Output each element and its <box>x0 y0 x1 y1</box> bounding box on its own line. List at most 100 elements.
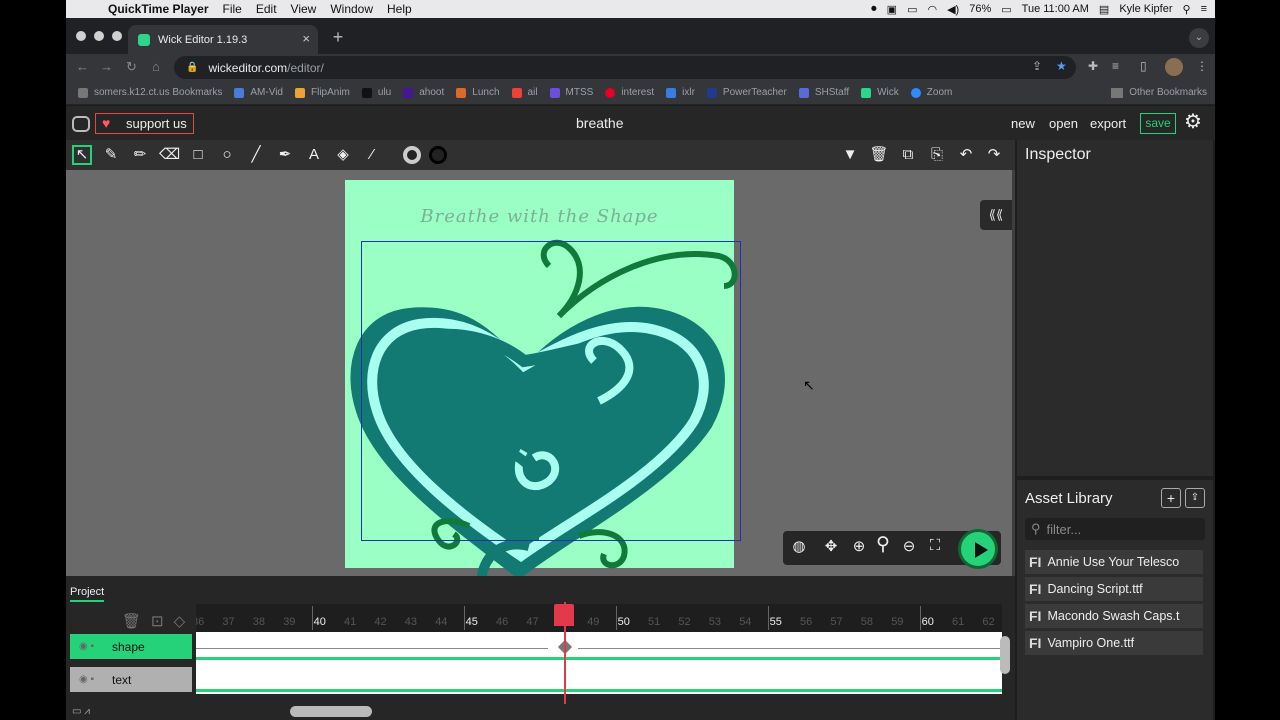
support-us-button[interactable]: ♥ support us <box>95 113 194 134</box>
frames-area[interactable] <box>196 632 1002 694</box>
paste-icon[interactable]: ⎘ <box>927 145 947 165</box>
ruler-tick-label[interactable]: 55 <box>770 616 782 628</box>
reload-icon[interactable]: ↻ <box>126 59 137 75</box>
menu-edit[interactable]: Edit <box>256 2 277 16</box>
ruler-tick-label[interactable]: 38 <box>253 616 265 628</box>
gear-icon[interactable]: ⚙ <box>1184 112 1202 132</box>
pan-icon[interactable]: ✥ <box>821 537 841 555</box>
bookmark-item[interactable]: ail <box>511 87 538 98</box>
recenter-icon[interactable]: ⛶ <box>925 537 945 554</box>
ruler-tick-label[interactable]: 44 <box>435 616 447 628</box>
share-icon[interactable]: ⇪ <box>1032 59 1042 73</box>
bookmark-item[interactable]: AM-Vid <box>234 87 283 98</box>
ellipse-tool-icon[interactable]: ○ <box>217 145 237 165</box>
flag-icon[interactable]: ▤ <box>1099 3 1109 16</box>
selection-box[interactable] <box>361 241 741 541</box>
frame-row-shape[interactable] <box>196 634 1002 660</box>
ruler-tick-label[interactable]: 50 <box>618 616 630 628</box>
sidepanel-icon[interactable]: ▯ <box>1140 59 1147 73</box>
user-name[interactable]: Kyle Kipfer <box>1119 3 1172 15</box>
tab-search-icon[interactable]: ⌄ <box>1189 28 1209 48</box>
bookmark-item[interactable]: ixlr <box>666 87 695 98</box>
ruler-tick-label[interactable]: 54 <box>739 616 751 628</box>
ruler-tick-label[interactable]: 40 <box>314 616 326 628</box>
ruler-tick-label[interactable]: 56 <box>800 616 812 628</box>
asset-filter[interactable]: ⚲ <box>1025 518 1205 540</box>
ruler-tick-label[interactable]: 36 <box>196 616 204 628</box>
bookmark-item[interactable]: FlipAnim <box>294 87 350 98</box>
play-button[interactable] <box>958 529 998 569</box>
more-menu-icon[interactable]: ⋮ <box>1196 59 1208 73</box>
add-asset-button[interactable]: + <box>1161 488 1181 508</box>
bookmark-star-icon[interactable]: ★ <box>1056 59 1067 73</box>
asset-item[interactable]: FI Macondo Swash Caps.t <box>1025 604 1203 628</box>
wifi-icon[interactable]: ◠ <box>927 3 937 16</box>
cursor-tool-icon[interactable]: ↖ <box>72 145 92 165</box>
layer-shape[interactable]: ◉ ▪ shape <box>70 634 192 659</box>
control-center-icon[interactable]: ≡ <box>1201 3 1207 15</box>
forward-icon[interactable]: → <box>100 59 113 74</box>
collapse-panel-icon[interactable]: ⟪⟪ <box>980 200 1012 230</box>
bookmark-item[interactable]: Wick <box>861 87 899 98</box>
redo-icon[interactable]: ↷ <box>984 145 1004 165</box>
lock-icon[interactable]: 🔒 <box>186 62 198 73</box>
ruler-tick-label[interactable]: 47 <box>526 616 538 628</box>
zoom-icon[interactable]: ⚲ <box>873 533 893 556</box>
fill-color-swatch[interactable] <box>403 146 421 164</box>
asset-item[interactable]: FI Vampiro One.ttf <box>1025 631 1203 655</box>
save-button[interactable]: save <box>1140 113 1176 134</box>
menu-app-name[interactable]: QuickTime Player <box>108 2 209 16</box>
ruler-tick-label[interactable]: 42 <box>374 616 386 628</box>
menu-view[interactable]: View <box>291 2 317 16</box>
minimize-window-button[interactable] <box>94 31 104 41</box>
bookmark-item[interactable]: SHStaff <box>798 87 849 98</box>
ruler-tick-label[interactable]: 53 <box>709 616 721 628</box>
bookmark-item[interactable]: Zoom <box>910 87 952 98</box>
ruler-tick-label[interactable]: 43 <box>405 616 417 628</box>
bookmark-item[interactable]: ulu <box>361 87 391 98</box>
ruler-tick-label[interactable]: 45 <box>466 616 478 628</box>
close-window-button[interactable] <box>76 31 86 41</box>
browser-tab[interactable]: Wick Editor 1.19.3 × <box>128 25 318 54</box>
reading-list-icon[interactable]: ≡ <box>1112 59 1119 73</box>
ruler-tick-label[interactable]: 52 <box>678 616 690 628</box>
battery-icon[interactable]: ▭ <box>1001 3 1011 16</box>
ruler-tick-label[interactable]: 46 <box>496 616 508 628</box>
ruler-tick-label[interactable]: 59 <box>891 616 903 628</box>
spotlight-icon[interactable]: ⚲ <box>1183 3 1191 16</box>
ruler-tick-label[interactable]: 61 <box>952 616 964 628</box>
project-name[interactable]: breathe <box>576 115 626 131</box>
bookmark-item[interactable]: interest <box>605 87 654 98</box>
eraser-tool-icon[interactable]: ⌫ <box>159 145 180 165</box>
bookmark-item[interactable]: Lunch <box>456 87 500 98</box>
zoom-out-icon[interactable]: ⊖ <box>899 537 919 555</box>
add-tween-icon[interactable]: ◇ <box>174 612 186 630</box>
ruler-tick-label[interactable]: 62 <box>982 616 994 628</box>
ruler-tick-label[interactable]: 41 <box>344 616 356 628</box>
close-tab-icon[interactable]: × <box>302 31 310 46</box>
record-icon[interactable]: ⏺ <box>871 3 877 16</box>
pen-tool-icon[interactable]: ✒ <box>275 145 295 165</box>
volume-icon[interactable]: ◀) <box>947 3 959 16</box>
pencil-tool-icon[interactable]: ✏ <box>130 145 150 165</box>
frame-ruler[interactable]: 3637383940414243444546474849505152535455… <box>196 604 1002 632</box>
export-asset-button[interactable]: ⇪ <box>1185 488 1205 508</box>
tab-project[interactable]: Project <box>70 586 105 602</box>
line-tool-icon[interactable]: ╱ <box>246 145 266 165</box>
stroke-color-swatch[interactable] <box>429 146 447 164</box>
horizontal-scrollbar[interactable] <box>290 706 372 717</box>
menu-help[interactable]: Help <box>387 2 412 16</box>
open-button[interactable]: open <box>1049 116 1078 131</box>
bookmark-item[interactable]: MTSS <box>549 87 593 98</box>
ruler-tick-label[interactable]: 39 <box>283 616 295 628</box>
eyedropper-tool-icon[interactable]: ⁄ <box>362 145 382 165</box>
ruler-tick-label[interactable]: 49 <box>587 616 599 628</box>
chevron-down-icon[interactable]: ▼ <box>840 145 860 165</box>
back-icon[interactable]: ← <box>76 59 89 74</box>
zoom-window-button[interactable] <box>112 31 122 41</box>
frame-row-text[interactable] <box>196 666 1002 692</box>
eye-lock-icon[interactable]: ◉ ▪ <box>79 674 101 685</box>
zoom-in-icon[interactable]: ⊕ <box>849 537 869 555</box>
asset-item[interactable]: FI Dancing Script.ttf <box>1025 577 1203 601</box>
canvas-title-text[interactable]: Breathe with the Shape <box>345 206 734 227</box>
